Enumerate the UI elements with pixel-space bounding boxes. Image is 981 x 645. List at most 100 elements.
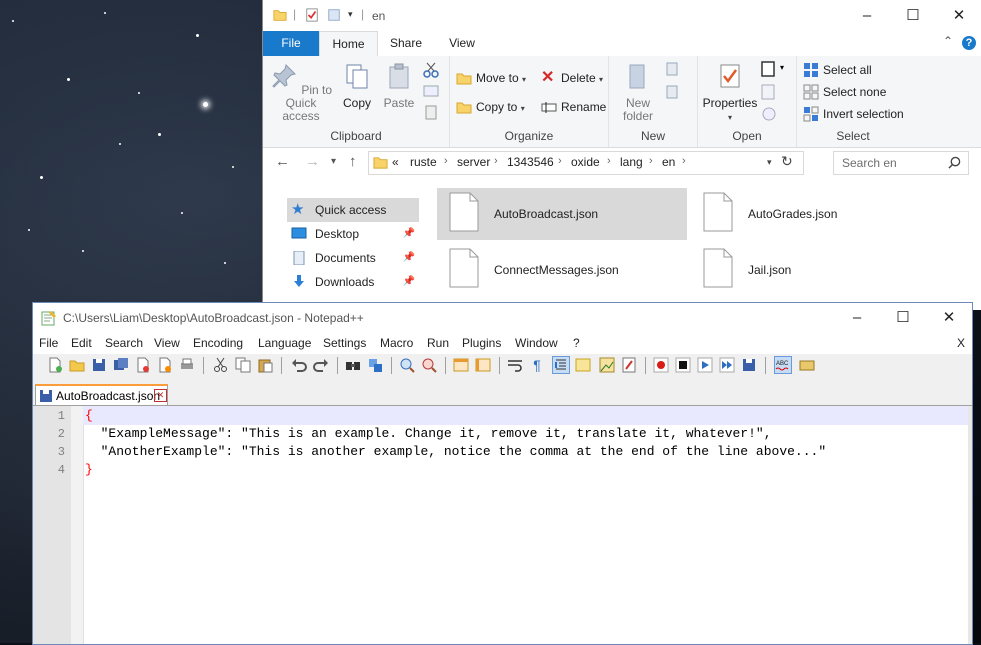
breadcrumb-separator-icon[interactable]: › [649, 155, 653, 167]
pin-icon[interactable]: 📌 [403, 222, 415, 246]
close-all-icon[interactable] [157, 357, 173, 373]
invert-selection-button[interactable]: Invert selection [803, 104, 904, 124]
function-list-icon[interactable] [621, 357, 637, 373]
collapse-ribbon-chevron-icon[interactable]: ⌃ [943, 34, 953, 48]
minimize-button[interactable]: – [834, 303, 880, 333]
plugin-icon[interactable] [799, 357, 815, 373]
nav-item-desktop[interactable]: Desktop 📌 [287, 222, 419, 246]
close-document-button[interactable]: X [957, 336, 965, 350]
save-macro-icon[interactable] [741, 357, 757, 373]
menu-window[interactable]: Window [515, 336, 558, 350]
tab-share[interactable]: Share [381, 31, 431, 56]
breadcrumb-overflow[interactable]: « [392, 155, 399, 169]
document-map-icon[interactable] [599, 357, 615, 373]
playback-macro-icon[interactable] [697, 357, 713, 373]
vertical-scrollbar[interactable] [968, 406, 972, 644]
show-all-characters-icon[interactable]: ¶ [529, 357, 545, 373]
easy-access-icon[interactable] [665, 84, 685, 102]
recent-locations-chevron-icon[interactable]: ▾ [331, 156, 336, 167]
rename-button[interactable]: Rename [541, 97, 606, 117]
indent-guide-icon[interactable] [552, 356, 570, 374]
close-tab-icon[interactable]: ✕ [154, 389, 167, 402]
menu-edit[interactable]: Edit [71, 336, 92, 350]
copy-icon[interactable] [235, 357, 251, 373]
menu-settings[interactable]: Settings [323, 336, 366, 350]
breadcrumb-item[interactable]: oxide [571, 155, 600, 169]
new-folder-icon[interactable] [327, 8, 341, 22]
close-button[interactable]: ✕ [936, 0, 981, 31]
breadcrumb-separator-icon[interactable]: › [682, 155, 686, 167]
zoom-out-icon[interactable] [421, 357, 437, 373]
zoom-in-icon[interactable] [399, 357, 415, 373]
tab-view[interactable]: View [437, 31, 487, 56]
breadcrumb-item[interactable]: lang [620, 155, 643, 169]
back-arrow-icon[interactable]: ← [275, 153, 290, 170]
breadcrumb-separator-icon[interactable]: › [494, 155, 498, 167]
menu-plugins[interactable]: Plugins [462, 336, 501, 350]
menu-language[interactable]: Language [258, 336, 311, 350]
open-icon[interactable] [760, 61, 778, 77]
pin-icon[interactable]: 📌 [403, 246, 415, 270]
tab-home[interactable]: Home [319, 31, 378, 58]
close-button[interactable]: ✕ [926, 303, 972, 333]
new-item-icon[interactable] [665, 61, 685, 79]
stop-recording-icon[interactable] [675, 357, 691, 373]
save-icon[interactable] [91, 357, 107, 373]
maximize-button[interactable]: ☐ [880, 303, 926, 333]
search-input[interactable]: Search en [842, 156, 897, 170]
file-item[interactable]: ConnectMessages.json [437, 244, 687, 296]
menu-file[interactable]: File [39, 336, 58, 350]
search-box[interactable]: Search en [833, 151, 969, 175]
open-file-icon[interactable] [69, 357, 85, 373]
cut-icon[interactable] [213, 357, 229, 373]
file-item[interactable]: AutoBroadcast.json [437, 188, 687, 240]
document-tab[interactable]: AutoBroadcast.json ✕ [35, 384, 168, 405]
record-macro-icon[interactable] [653, 357, 669, 373]
print-icon[interactable] [179, 357, 195, 373]
breadcrumb-separator-icon[interactable]: › [444, 155, 448, 167]
move-to-button[interactable]: Move to ▾ [456, 68, 526, 88]
help-icon[interactable]: ? [962, 36, 976, 50]
menu-encoding[interactable]: Encoding [193, 336, 243, 350]
user-language-icon[interactable] [575, 357, 591, 373]
paste-shortcut-icon[interactable] [423, 104, 439, 120]
delete-button[interactable]: ✕ Delete ▾ [541, 68, 603, 88]
menu-help[interactable]: ? [573, 336, 580, 350]
customize-toolbar-chevron-icon[interactable]: ▾ [348, 9, 353, 20]
sync-vertical-icon[interactable] [453, 357, 469, 373]
file-item[interactable]: Jail.json [691, 244, 941, 296]
code-line[interactable]: } [85, 462, 93, 477]
nav-item-quick-access[interactable]: ★ Quick access [287, 198, 419, 222]
replace-icon[interactable] [367, 357, 383, 373]
minimize-button[interactable]: – [844, 0, 890, 31]
search-icon[interactable] [948, 156, 961, 169]
save-all-icon[interactable] [113, 357, 129, 373]
breadcrumb-item[interactable]: server [457, 155, 490, 169]
copy-button[interactable]: Copy [337, 62, 377, 110]
copy-path-icon[interactable] [423, 84, 439, 98]
breadcrumb-separator-icon[interactable]: › [607, 155, 611, 167]
cut-icon[interactable] [423, 62, 439, 78]
open-dropdown-chevron-icon[interactable]: ▾ [780, 63, 784, 72]
history-icon[interactable] [760, 106, 778, 122]
nav-item-downloads[interactable]: Downloads 📌 [287, 270, 419, 294]
up-arrow-icon[interactable]: ↑ [349, 153, 357, 170]
maximize-button[interactable]: ☐ [890, 0, 936, 31]
select-all-button[interactable]: Select all [803, 60, 872, 80]
paste-button[interactable]: Paste [379, 62, 419, 110]
file-item[interactable]: AutoGrades.json [691, 188, 941, 240]
undo-icon[interactable] [291, 357, 307, 373]
menu-search[interactable]: Search [105, 336, 143, 350]
refresh-icon[interactable]: ↻ [781, 153, 793, 170]
breadcrumb-separator-icon[interactable]: › [558, 155, 562, 167]
menu-macro[interactable]: Macro [380, 336, 413, 350]
code-line[interactable]: { [85, 408, 93, 423]
pin-to-quick-access-button[interactable]: Pin to Quick access [268, 62, 334, 123]
properties-icon[interactable] [305, 8, 319, 22]
breadcrumb-item[interactable]: en [662, 155, 675, 169]
copy-to-button[interactable]: Copy to ▾ [456, 97, 525, 117]
new-file-icon[interactable] [47, 357, 63, 373]
nav-item-documents[interactable]: Documents 📌 [287, 246, 419, 270]
tab-file[interactable]: File [263, 31, 319, 56]
run-macro-multiple-icon[interactable] [719, 357, 735, 373]
